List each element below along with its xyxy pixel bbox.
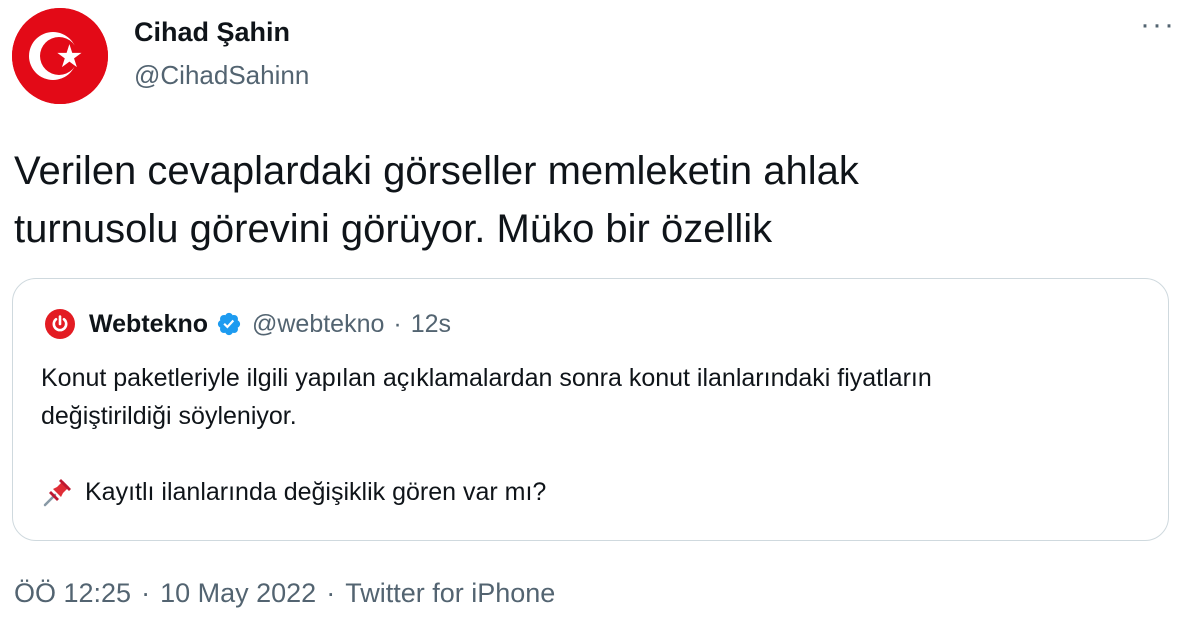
tweet-time[interactable]: ÖÖ 12:25 <box>14 578 131 608</box>
tweet-line: turnusolu görevini görüyor. Müko bir öze… <box>14 207 773 251</box>
separator-dot: · <box>326 578 336 608</box>
quoted-tweet[interactable]: Webtekno @webtekno · 12s Konut paketleri… <box>12 278 1169 541</box>
separator-dot: · <box>393 309 402 338</box>
tweet-meta: ÖÖ 12:25 · 10 May 2022 · Twitter for iPhone <box>14 578 555 609</box>
tweet-date[interactable]: 10 May 2022 <box>160 578 316 608</box>
turkish-flag-icon <box>12 8 108 104</box>
quoted-tweet-text: Konut paketleriyle ilgili yapılan açıkla… <box>41 359 1151 511</box>
tweet-line: Verilen cevaplardaki görseller memleketi… <box>14 149 859 193</box>
quoted-question-line: Kayıtlı ilanlarında değişiklik gören var… <box>41 473 1151 511</box>
author-name[interactable]: Cihad Şahin <box>134 17 290 48</box>
quoted-line: değiştirildiği söyleniyor. <box>41 402 297 430</box>
tweet-source-link[interactable]: Twitter for iPhone <box>345 578 555 608</box>
avatar[interactable] <box>12 8 108 104</box>
more-icon[interactable]: ··· <box>1140 10 1176 40</box>
quoted-author-name: Webtekno <box>89 309 208 338</box>
quoted-author-handle: @webtekno <box>252 309 385 338</box>
quoted-tweet-header: Webtekno @webtekno · 12s <box>45 309 451 339</box>
verified-badge-icon <box>216 311 242 337</box>
quoted-question: Kayıtlı ilanlarında değişiklik gören var… <box>85 478 547 506</box>
pushpin-icon <box>41 475 75 509</box>
tweet-text: Verilen cevaplardaki görseller memleketi… <box>14 142 1174 258</box>
quoted-line: Konut paketleriyle ilgili yapılan açıkla… <box>41 364 932 392</box>
quoted-timestamp[interactable]: 12s <box>411 310 451 339</box>
separator-dot: · <box>141 578 151 608</box>
power-logo-icon <box>45 309 75 339</box>
author-handle[interactable]: @CihadSahinn <box>134 60 309 91</box>
